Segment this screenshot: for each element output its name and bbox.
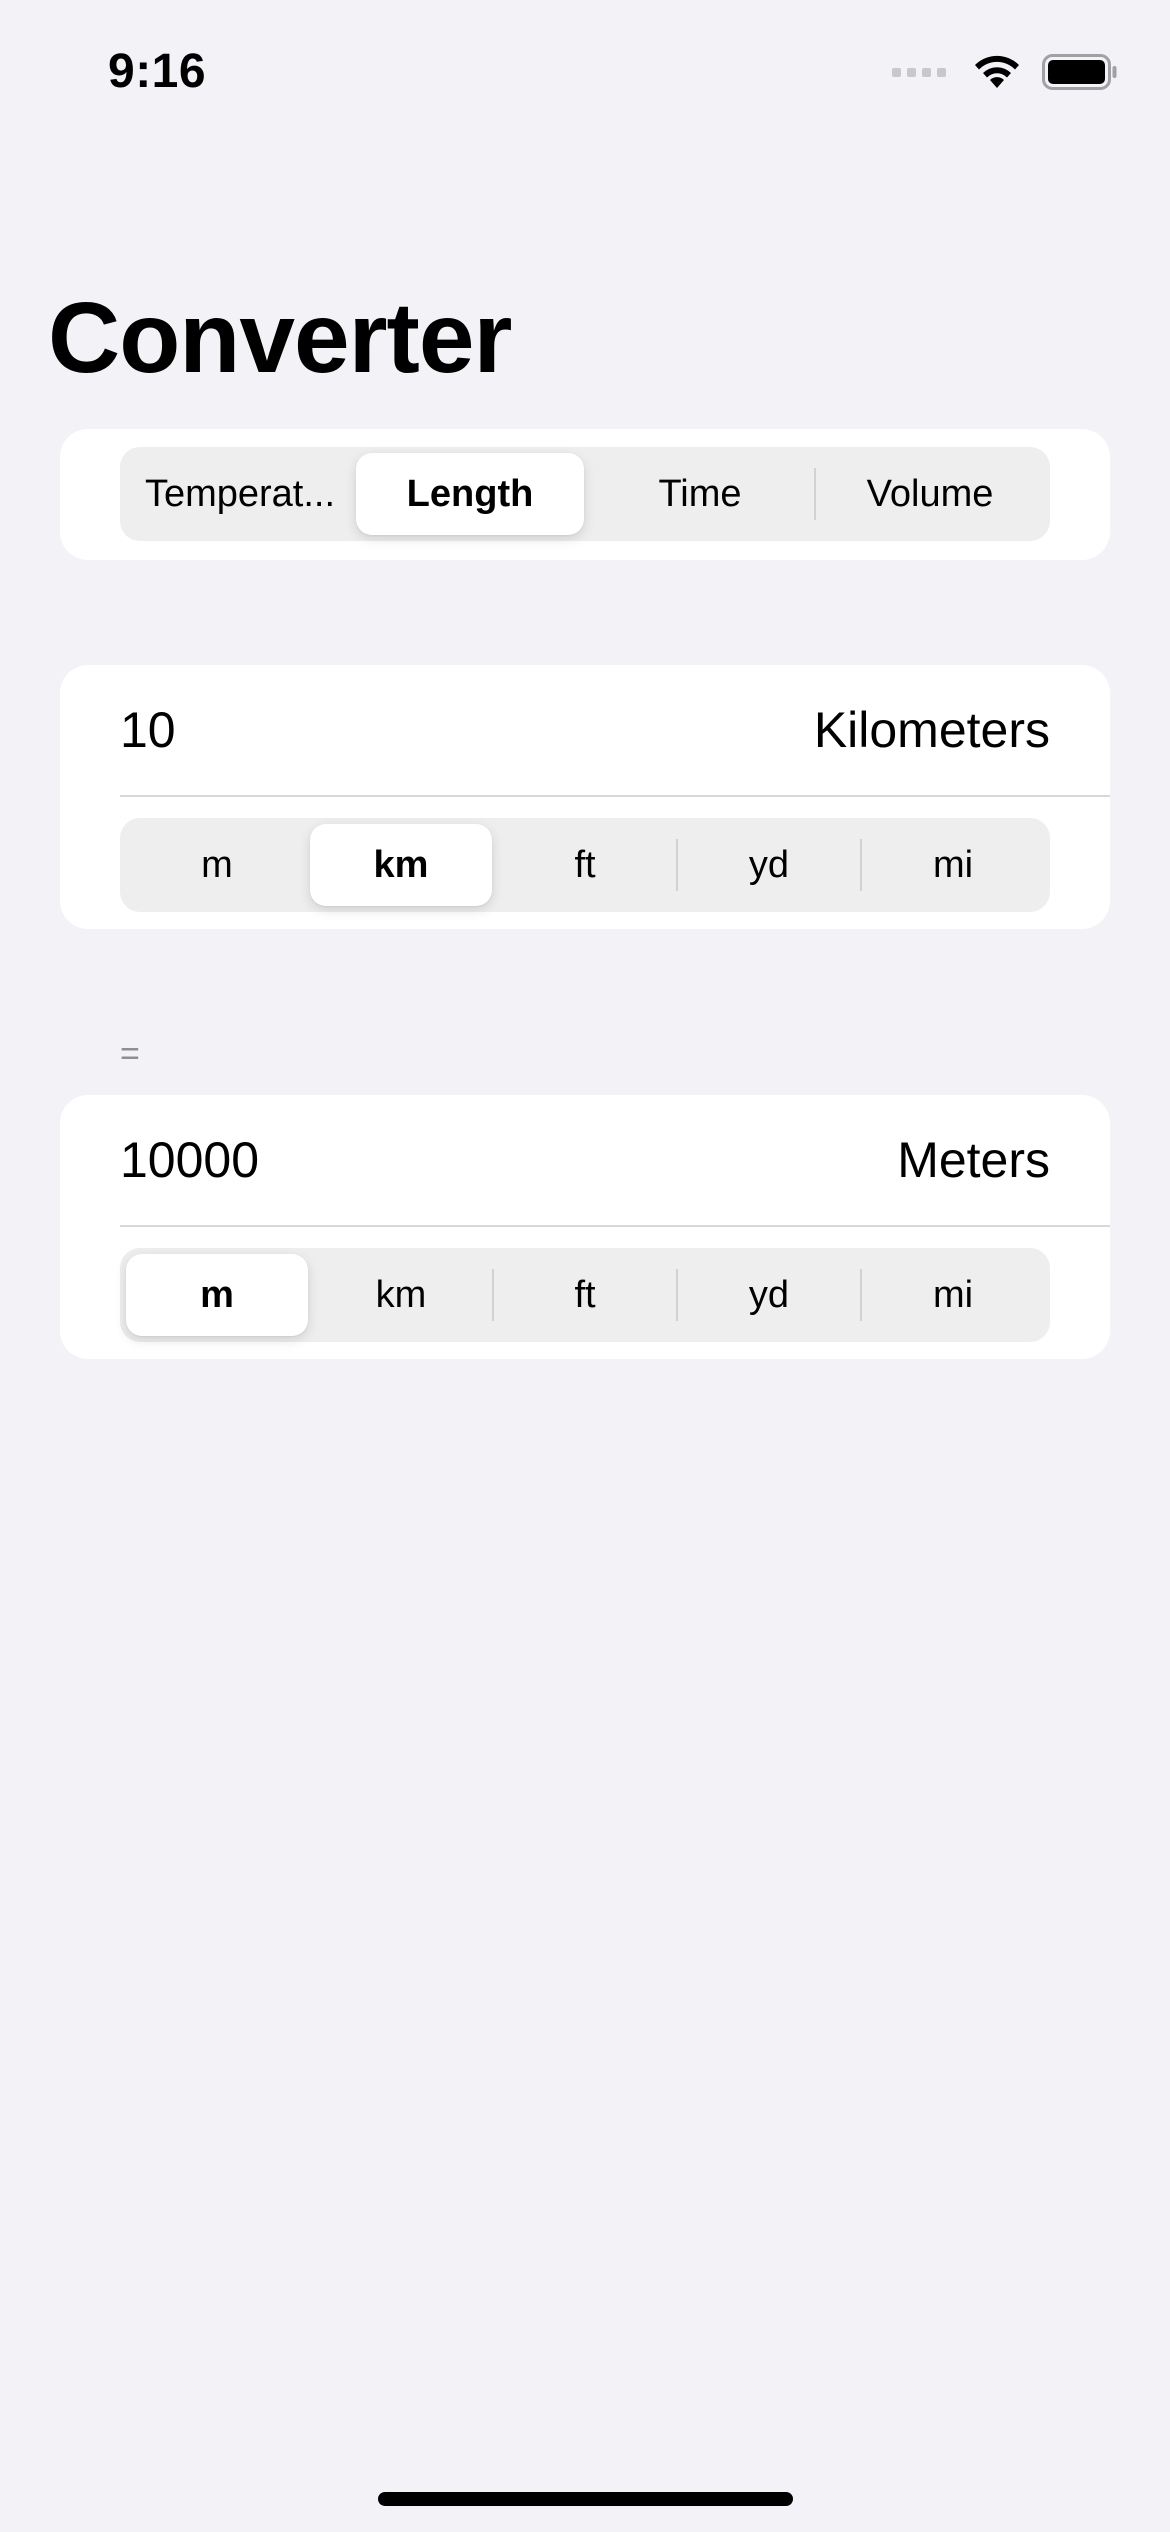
segment-length[interactable]: Length bbox=[356, 453, 584, 535]
input-unit-label: Kilometers bbox=[813, 702, 1050, 758]
input-unit-m[interactable]: m bbox=[126, 824, 308, 906]
input-value-row: 10 Kilometers bbox=[120, 665, 1050, 795]
segment-time[interactable]: Time bbox=[586, 453, 814, 535]
output-card: 10000 Meters m km ft yd mi bbox=[60, 1095, 1110, 1359]
cellular-signal-icon bbox=[892, 67, 946, 77]
segment-temperature[interactable]: Temperat... bbox=[126, 453, 354, 535]
output-unit-yd[interactable]: yd bbox=[678, 1254, 860, 1336]
category-card: Temperat... Length Time Volume bbox=[60, 429, 1110, 560]
category-segmented-control[interactable]: Temperat... Length Time Volume bbox=[120, 447, 1050, 541]
segment-volume[interactable]: Volume bbox=[816, 453, 1044, 535]
wifi-icon bbox=[975, 55, 1019, 88]
output-unit-km[interactable]: km bbox=[310, 1254, 492, 1336]
home-indicator[interactable] bbox=[378, 2492, 793, 2506]
equals-label: = bbox=[120, 1035, 140, 1073]
status-bar: 9:16 bbox=[0, 0, 1170, 150]
output-unit-mi[interactable]: mi bbox=[862, 1254, 1044, 1336]
output-unit-ft[interactable]: ft bbox=[494, 1254, 676, 1336]
input-card: 10 Kilometers m km ft yd mi bbox=[60, 665, 1110, 929]
input-value-field[interactable]: 10 bbox=[120, 701, 176, 759]
input-unit-yd[interactable]: yd bbox=[678, 824, 860, 906]
output-value: 10000 bbox=[120, 1132, 260, 1188]
row-divider bbox=[120, 1225, 1110, 1227]
status-indicators bbox=[892, 54, 1118, 90]
input-unit-segmented-control[interactable]: m km ft yd mi bbox=[120, 818, 1050, 912]
output-value-row: 10000 Meters bbox=[120, 1095, 1050, 1225]
output-unit-label: Meters bbox=[897, 1132, 1050, 1188]
input-unit-mi[interactable]: mi bbox=[862, 824, 1044, 906]
status-time: 9:16 bbox=[108, 45, 207, 98]
output-unit-m[interactable]: m bbox=[126, 1254, 308, 1336]
battery-icon bbox=[1042, 54, 1117, 90]
row-divider bbox=[120, 795, 1110, 797]
page-title: Converter bbox=[48, 282, 512, 394]
output-unit-segmented-control[interactable]: m km ft yd mi bbox=[120, 1248, 1050, 1342]
input-unit-km[interactable]: km bbox=[310, 824, 492, 906]
input-unit-ft[interactable]: ft bbox=[494, 824, 676, 906]
